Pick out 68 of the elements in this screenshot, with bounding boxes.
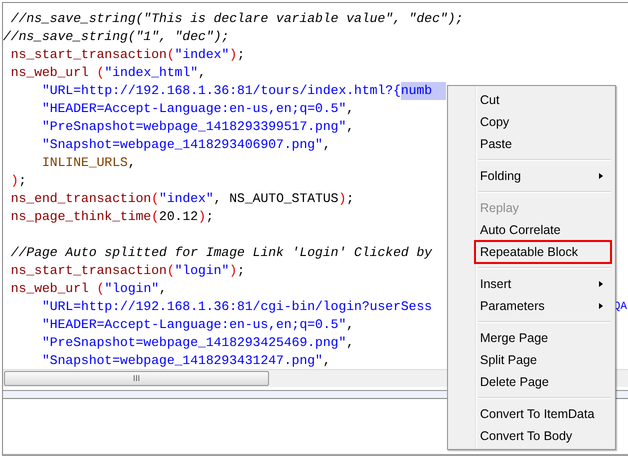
code-token: "URL=http://192.168.1.36:81/tours/index.html?{ (41, 82, 401, 100)
code-token: INLINE_URLS (41, 154, 128, 172)
code-comment: //Page Auto splitted for Image Link 'Login' Clicked by (10, 244, 432, 262)
menu-item[interactable]: Auto Correlate (450, 219, 611, 241)
code-token: ; (18, 172, 26, 190)
code-token: ; (206, 208, 214, 226)
code-token: ns_page_think_time (10, 208, 152, 226)
code-token: 20.12 (159, 208, 198, 226)
code-token: ) (198, 208, 206, 226)
code-token: ( (166, 262, 175, 280)
menu-item[interactable]: Paste (450, 133, 611, 155)
code-token: "PreSnapshot=webpage_1418293399517.png" (41, 118, 346, 136)
code-token: ns_end_transaction (10, 190, 152, 208)
menu-item[interactable]: Delete Page (450, 371, 611, 393)
menu-item[interactable]: Merge Page (450, 327, 611, 349)
menu-item[interactable]: Repeatable Block (475, 241, 611, 263)
code-token: ) (229, 262, 238, 280)
code-token: , (346, 118, 354, 136)
code-token: "login" (104, 280, 160, 298)
menu-item[interactable]: Convert To Body (450, 425, 611, 447)
code-token: "index" (174, 46, 230, 64)
code-token: ; (237, 46, 245, 64)
menu-item[interactable]: Parameters (450, 295, 611, 317)
code-token: ; (237, 262, 245, 280)
code-token: "Snapshot=webpage_1418293406907.png" (41, 136, 323, 154)
code-token: , (159, 280, 167, 298)
code-comment: //ns_save_string("1", "dec"); (3, 28, 230, 46)
menu-item[interactable]: Convert To ItemData (450, 403, 611, 425)
code-token: ns_web_url (10, 280, 90, 298)
menu-item[interactable]: Copy (450, 111, 611, 133)
menu-item[interactable]: Split Page (450, 349, 611, 371)
code-token: ) (229, 46, 238, 64)
code-token: , (346, 100, 354, 118)
code-token: "HEADER=Accept-Language:en-us,en;q=0.5" (41, 316, 346, 334)
code-token: "URL=http://192.168.1.36:81/cgi-bin/login?userSess (41, 298, 432, 316)
code-token: ( (151, 208, 160, 226)
code-token: "login" (174, 262, 230, 280)
code-token: , (346, 316, 354, 334)
submenu-arrow-icon (599, 303, 603, 309)
code-token: "HEADER=Accept-Language:en-us,en;q=0.5" (41, 100, 346, 118)
selected-text: numb (400, 82, 446, 100)
menu-item[interactable]: Folding (450, 165, 611, 187)
code-token: "index_html" (104, 64, 198, 82)
submenu-arrow-icon (599, 281, 603, 287)
code-token: "PreSnapshot=webpage_1418293425469.png" (41, 334, 346, 352)
code-token: , (346, 334, 354, 352)
menu-item[interactable]: Insert (450, 273, 611, 295)
scrollbar-thumb[interactable]: III (4, 371, 269, 386)
submenu-arrow-icon (599, 173, 603, 179)
code-token: "Snapshot=webpage_1418293431247.png" (41, 352, 323, 369)
code-token: ns_start_transaction (10, 262, 167, 280)
menu-item[interactable]: Cut (450, 89, 611, 111)
code-token: ) (338, 190, 346, 208)
code-token: ) (10, 172, 19, 190)
code-token: ( (96, 280, 104, 298)
code-token: ns_web_url (10, 64, 90, 82)
code-token: , (128, 154, 136, 172)
code-token: , (198, 64, 206, 82)
code-token: ( (166, 46, 175, 64)
code-token: , NS_AUTO_STATUS (214, 190, 338, 208)
code-comment: //ns_save_string("This is declare variable value", "dec"); (10, 10, 464, 28)
code-token: ; (346, 190, 354, 208)
code-token: , (322, 136, 331, 154)
code-token: "index" (159, 190, 214, 208)
code-token: ( (96, 64, 104, 82)
code-token: ns_start_transaction (10, 46, 167, 64)
code-token: , (322, 352, 331, 369)
code-token: ( (151, 190, 160, 208)
